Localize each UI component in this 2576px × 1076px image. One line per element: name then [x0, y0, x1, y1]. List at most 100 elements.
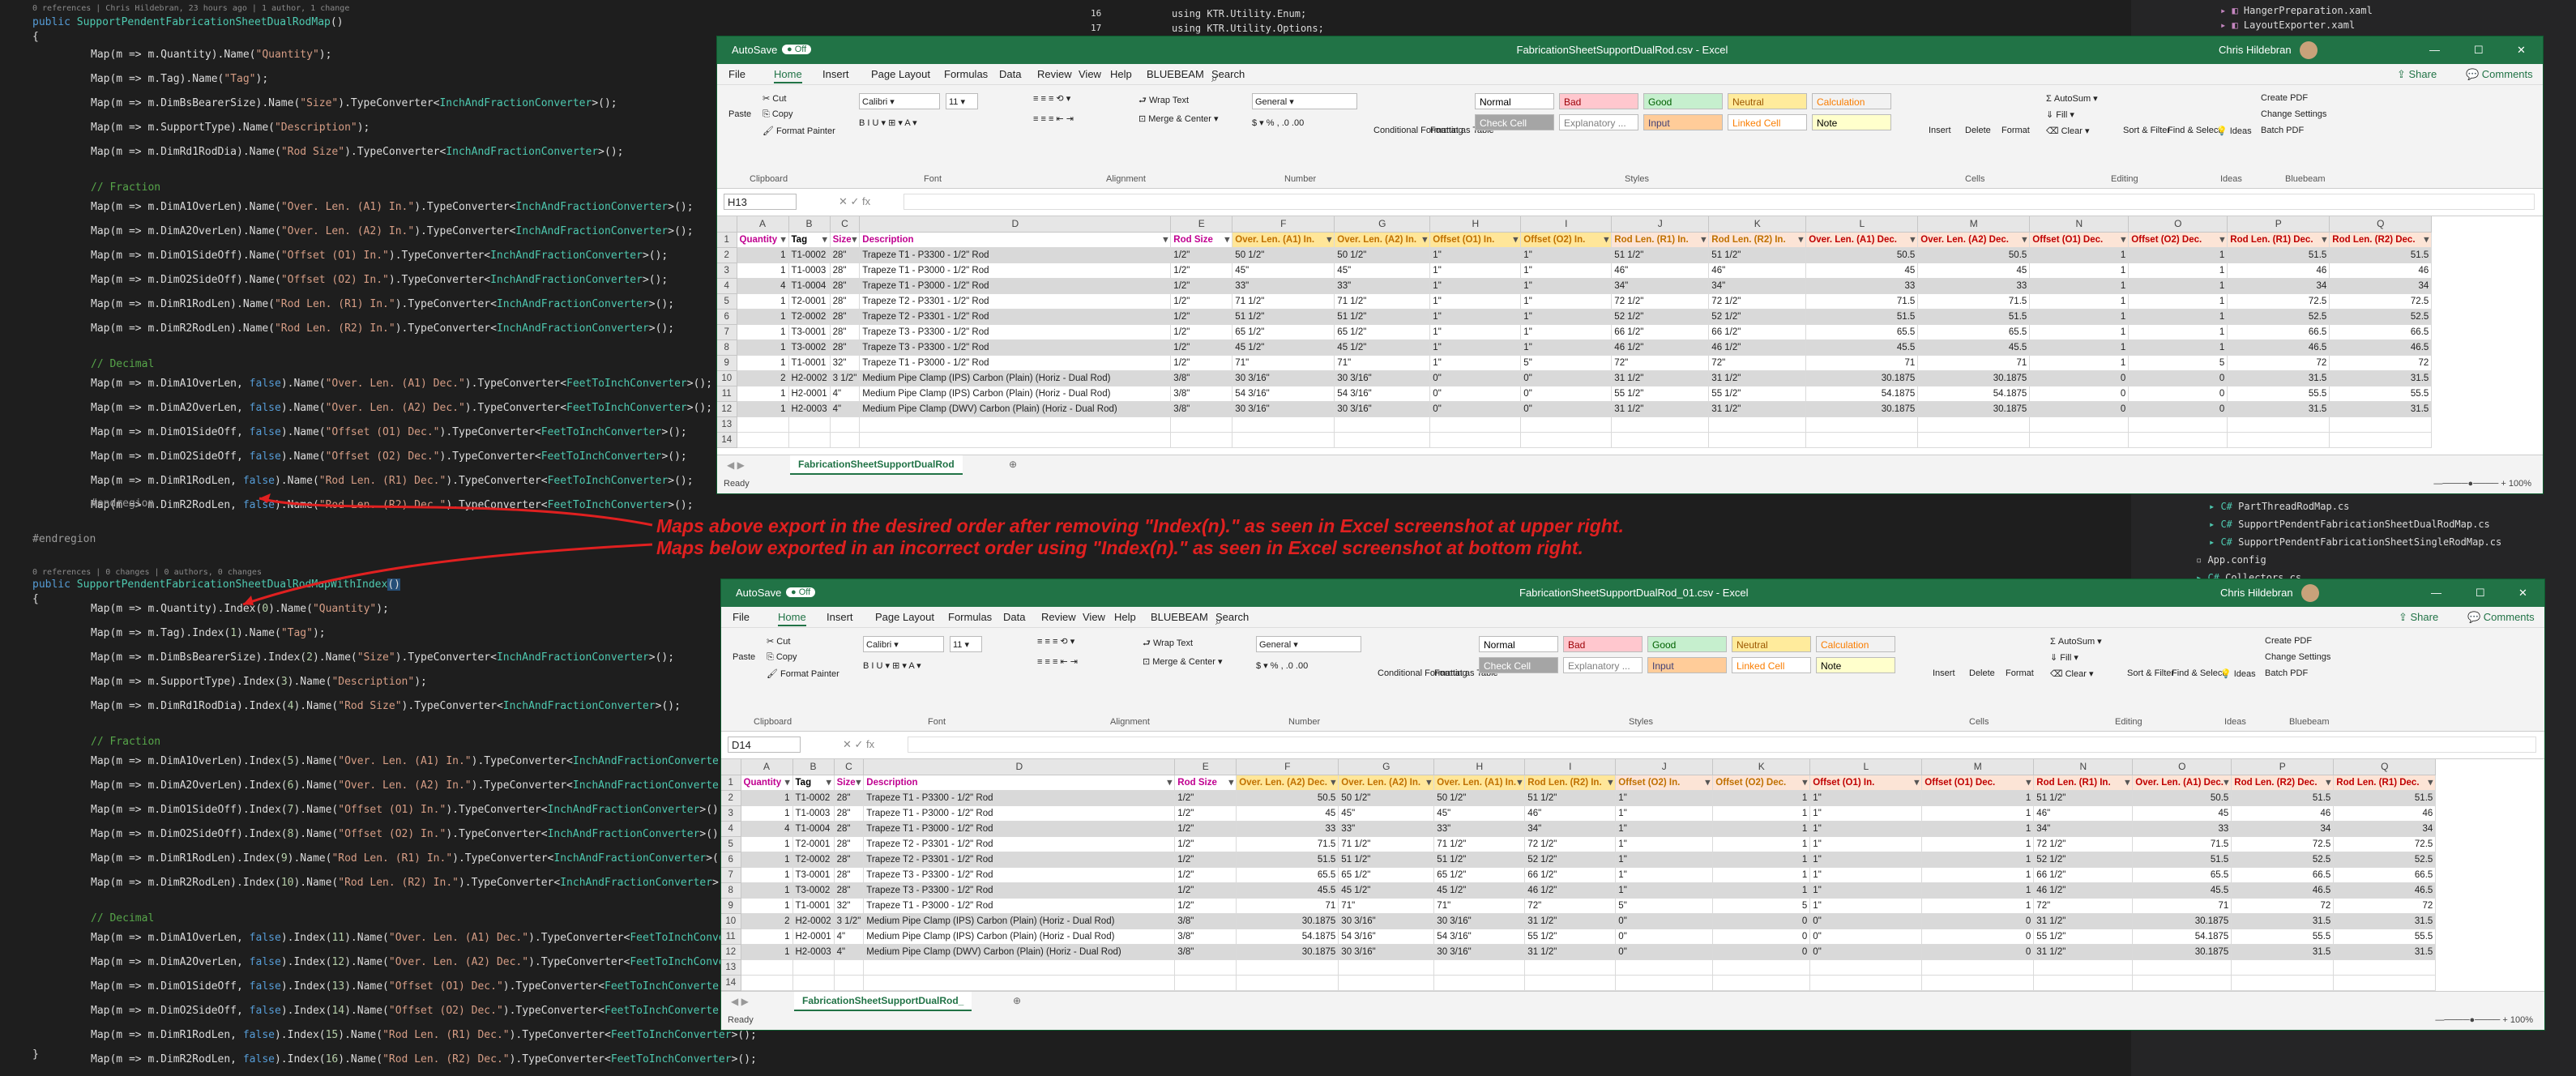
table-cell[interactable]: 55.5 — [2231, 929, 2335, 945]
minimize-icon[interactable]: — — [2431, 587, 2441, 599]
table-cell[interactable]: 0" — [1809, 929, 1923, 945]
row-header[interactable]: 11 — [717, 386, 737, 402]
tab-file[interactable]: File — [733, 611, 750, 623]
table-cell[interactable]: Trapeze T2 - P3301 - 1/2" Rod — [859, 293, 1172, 310]
table-cell[interactable] — [859, 416, 1172, 433]
table-cell[interactable]: 1 — [737, 324, 789, 340]
tab-formulas[interactable]: Formulas — [948, 611, 992, 623]
table-cell[interactable]: 31.5 — [2333, 913, 2437, 929]
filter-dropdown-icon[interactable]: ▾ — [857, 775, 861, 790]
table-cell[interactable]: 33 — [2132, 821, 2232, 837]
create-pdf-button[interactable]: Create PDF — [2261, 93, 2308, 103]
autosave-toggle[interactable]: ● Off — [786, 587, 816, 597]
table-cell[interactable]: 1 — [741, 882, 793, 899]
table-cell[interactable]: T1-0004 — [788, 278, 831, 294]
table-cell[interactable] — [1520, 416, 1613, 433]
table-cell[interactable]: H2-0003 — [792, 944, 835, 960]
add-sheet-icon[interactable]: ⊕ — [1009, 459, 1017, 470]
header-cell[interactable]: Rod Size ▾ — [1174, 775, 1237, 791]
table-cell[interactable]: 54 3/16" — [1334, 386, 1431, 402]
row-header[interactable]: 9 — [717, 355, 737, 371]
table-cell[interactable]: 72" — [1611, 355, 1710, 371]
row-header[interactable]: 4 — [721, 821, 741, 837]
table-cell[interactable]: 1 — [1712, 867, 1811, 883]
table-cell[interactable]: 66.5 — [2227, 324, 2330, 340]
tab-bluebeam[interactable]: BLUEBEAM — [1147, 68, 1204, 80]
table-cell[interactable]: 0" — [1809, 913, 1923, 929]
table-cell[interactable] — [1712, 975, 1811, 991]
table-cell[interactable]: T1-0003 — [792, 805, 835, 822]
table-cell[interactable]: 33 — [1917, 278, 2031, 294]
formula-input[interactable] — [904, 194, 2535, 210]
table-cell[interactable] — [1708, 416, 1807, 433]
table-cell[interactable]: 72 — [2333, 898, 2437, 914]
table-cell[interactable]: 1" — [1615, 882, 1714, 899]
table-cell[interactable]: 65.5 — [2132, 867, 2232, 883]
paste-button[interactable]: Paste — [733, 652, 755, 662]
table-cell[interactable]: 72 — [2227, 355, 2330, 371]
header-cell[interactable]: Rod Len. (R2) In. ▾ — [1524, 775, 1617, 791]
tab-home[interactable]: Home — [778, 611, 806, 626]
header-cell[interactable]: Offset (O1) In. ▾ — [1429, 232, 1522, 248]
table-cell[interactable]: 50.5 — [1805, 247, 1919, 263]
row-header[interactable]: 1 — [717, 232, 737, 248]
column-header[interactable]: B — [788, 216, 831, 233]
table-cell[interactable]: 1 — [1921, 821, 2035, 837]
table-cell[interactable]: 28" — [834, 805, 865, 822]
table-cell[interactable] — [1429, 416, 1522, 433]
table-cell[interactable]: 1 — [2029, 247, 2130, 263]
table-cell[interactable]: 31.5 — [2329, 370, 2433, 386]
table-cell[interactable]: 33" — [1232, 278, 1335, 294]
table-cell[interactable]: Medium Pipe Clamp (IPS) Carbon (Plain) (… — [863, 929, 1176, 945]
table-cell[interactable]: 0 — [2128, 386, 2228, 402]
filter-dropdown-icon[interactable]: ▾ — [1164, 233, 1168, 247]
sheet-nav-icon[interactable]: ◀ ▶ — [727, 459, 745, 471]
table-cell[interactable]: 1" — [1429, 339, 1522, 356]
table-cell[interactable]: 1 — [2029, 293, 2130, 310]
table-cell[interactable] — [1433, 975, 1526, 991]
table-cell[interactable]: 71 — [2132, 898, 2232, 914]
table-cell[interactable]: 1 — [1921, 852, 2035, 868]
filter-dropdown-icon[interactable]: ▾ — [781, 233, 786, 247]
header-cell[interactable]: Tag ▾ — [792, 775, 835, 791]
tab-bluebeam[interactable]: BLUEBEAM — [1151, 611, 1208, 623]
table-cell[interactable]: 46 — [2329, 263, 2433, 279]
alignment-buttons[interactable]: ≡ ≡ ≡ ⇤ ⇥ — [1037, 656, 1078, 667]
wrap-text-button[interactable]: ⮐ Wrap Text — [1143, 636, 1193, 651]
column-header[interactable]: G — [1334, 216, 1431, 233]
table-cell[interactable]: 4" — [834, 944, 865, 960]
table-cell[interactable]: 1/2" — [1170, 355, 1233, 371]
merge-center-button[interactable]: ⊡ Merge & Center ▾ — [1138, 113, 1219, 124]
cell-style[interactable]: Linked Cell — [1732, 657, 1811, 673]
table-cell[interactable]: 31 1/2" — [2033, 944, 2134, 960]
table-cell[interactable]: 1 — [2128, 309, 2228, 325]
cell-style[interactable]: Note — [1816, 657, 1895, 673]
filter-dropdown-icon[interactable]: ▾ — [822, 233, 827, 247]
table-cell[interactable]: 55 1/2" — [2033, 929, 2134, 945]
table-cell[interactable]: 1 — [737, 339, 789, 356]
header-cell[interactable]: Rod Len. (R1) Dec. ▾ — [2227, 232, 2330, 248]
table-cell[interactable] — [2227, 416, 2330, 433]
header-cell[interactable]: Quantity ▾ — [737, 232, 789, 248]
table-cell[interactable]: 28" — [834, 821, 865, 837]
table-cell[interactable]: H2-0001 — [792, 929, 835, 945]
table-cell[interactable]: 34" — [2033, 821, 2134, 837]
cell-style[interactable]: Neutral — [1728, 93, 1807, 109]
table-cell[interactable] — [1232, 432, 1335, 448]
filter-dropdown-icon[interactable]: ▾ — [1168, 775, 1173, 790]
table-cell[interactable]: 1 — [741, 805, 793, 822]
table-cell[interactable]: 65.5 — [1917, 324, 2031, 340]
table-cell[interactable]: T2-0001 — [792, 836, 835, 852]
formula-input[interactable] — [908, 737, 2536, 753]
table-cell[interactable]: 33" — [1334, 278, 1431, 294]
column-header[interactable]: D — [863, 759, 1176, 775]
avatar[interactable] — [2301, 584, 2319, 602]
table-cell[interactable]: 1 — [1712, 790, 1811, 806]
close-icon[interactable]: ✕ — [2518, 587, 2527, 600]
column-header[interactable]: H — [1433, 759, 1526, 775]
table-cell[interactable]: 31 1/2" — [1708, 401, 1807, 417]
table-cell[interactable]: 34 — [2333, 821, 2437, 837]
table-cell[interactable]: 1 — [741, 852, 793, 868]
table-cell[interactable]: 31 1/2" — [1611, 370, 1710, 386]
table-cell[interactable]: 45 1/2" — [1338, 882, 1435, 899]
